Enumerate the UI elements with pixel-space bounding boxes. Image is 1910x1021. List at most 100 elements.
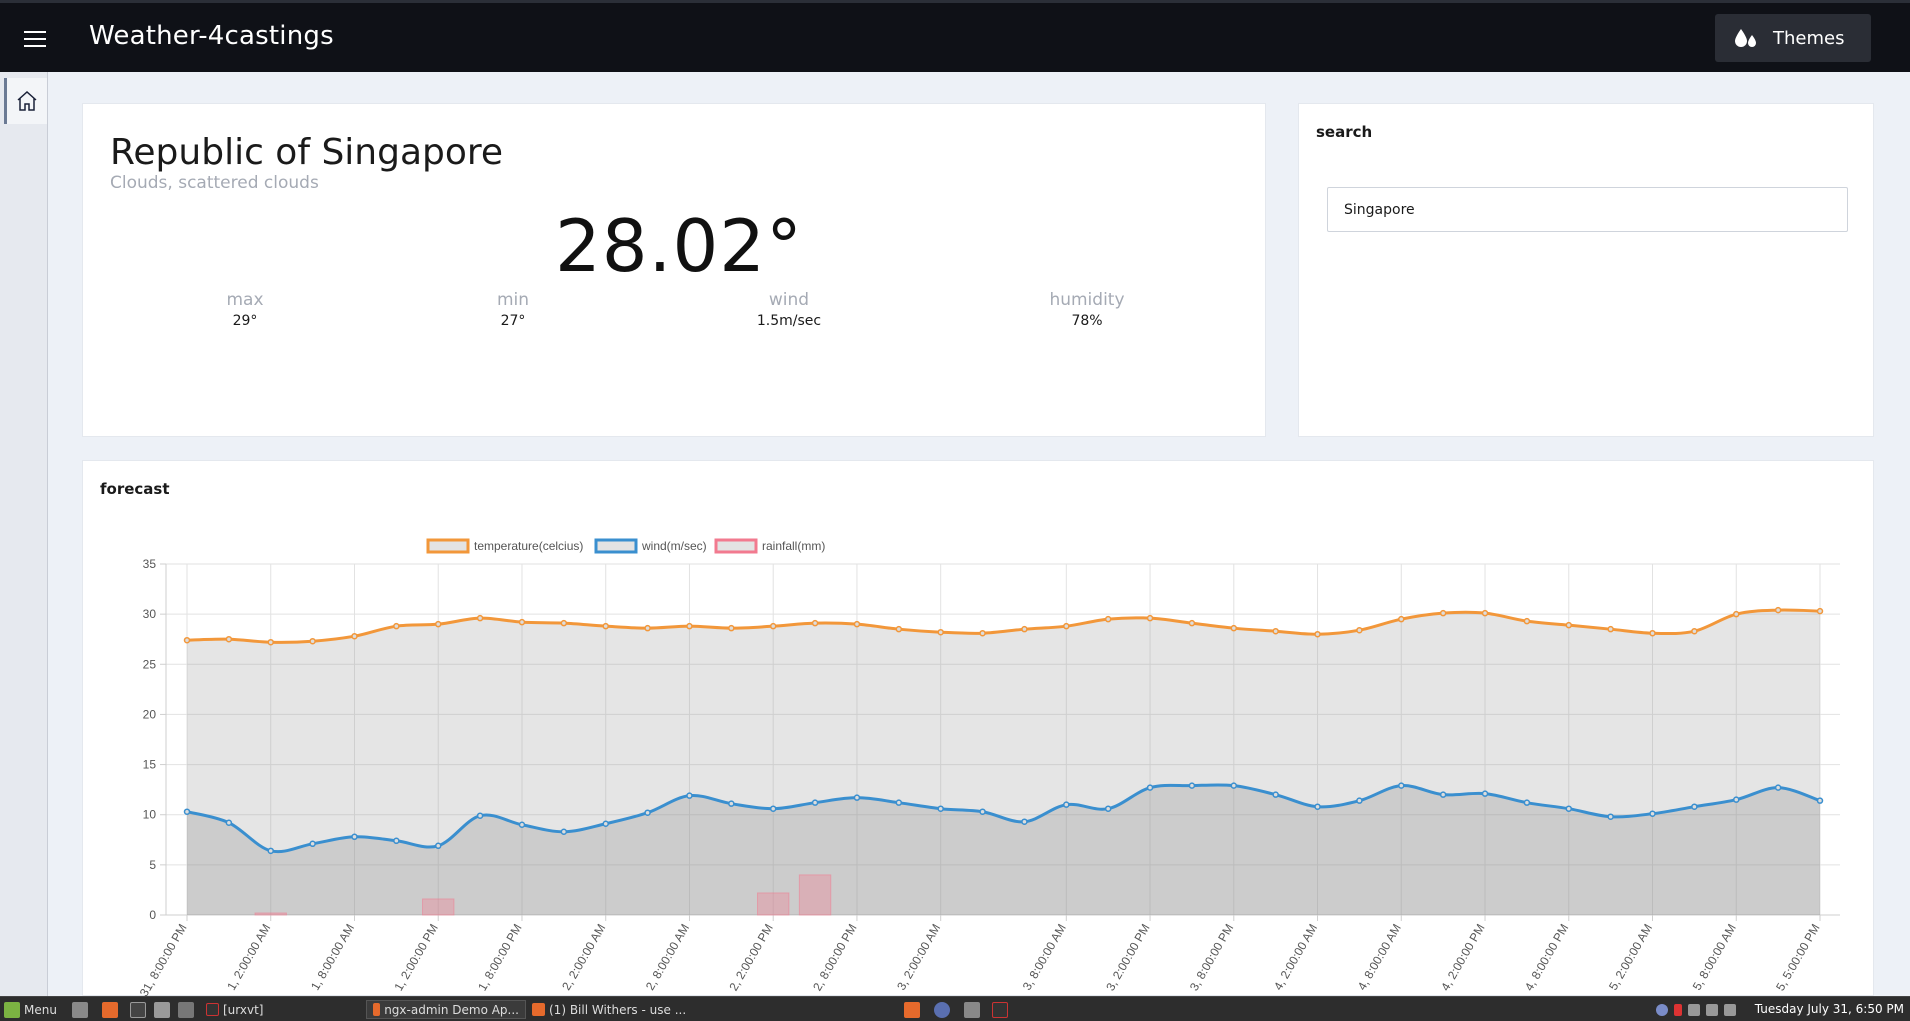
y-tick-label: 30 xyxy=(143,607,157,621)
taskbar-clock[interactable]: Tuesday July 31, 6:50 PM xyxy=(1755,1002,1904,1016)
data-point xyxy=(1774,606,1782,614)
tray-launcher-4[interactable] xyxy=(992,1000,1008,1019)
firefox-icon xyxy=(373,1003,381,1016)
folder-icon xyxy=(154,1001,170,1018)
legend-label: wind(m/sec) xyxy=(641,539,707,553)
menu-toggle-icon[interactable] xyxy=(24,31,46,47)
city-name: Republic of Singapore xyxy=(110,132,504,173)
firefox-icon xyxy=(532,1003,545,1016)
firefox-icon xyxy=(102,1001,118,1018)
current-temperature: 28.02° xyxy=(83,204,1267,288)
data-point xyxy=(1314,630,1321,638)
firefox-launcher[interactable] xyxy=(102,1000,118,1019)
data-point xyxy=(1356,797,1363,804)
data-point xyxy=(1565,805,1573,812)
x-tick-label: 1, 2:00:00 PM xyxy=(391,922,440,994)
data-point xyxy=(1063,801,1070,808)
stat-value: 78% xyxy=(1071,313,1103,329)
x-tick-label: 2, 2:00:00 AM xyxy=(559,922,608,993)
x-tick-label: 1, 8:00:00 PM xyxy=(475,922,524,994)
terminal-launcher[interactable] xyxy=(130,1000,146,1019)
data-point xyxy=(393,837,400,845)
data-point xyxy=(937,805,944,812)
app-grid-icon xyxy=(178,1001,194,1018)
data-point xyxy=(979,808,986,815)
data-point xyxy=(769,622,777,630)
data-point xyxy=(351,632,358,640)
themes-button[interactable]: Themes xyxy=(1715,14,1871,62)
stat-label: wind xyxy=(768,290,810,310)
stat-value: 1.5m/sec xyxy=(756,313,822,329)
x-tick-label: 5, 5:00:00 PM xyxy=(1773,922,1822,994)
search-input[interactable] xyxy=(1327,187,1848,232)
data-point xyxy=(1439,609,1447,617)
data-point xyxy=(1356,626,1363,634)
x-tick-label: 2, 8:00:00 PM xyxy=(810,922,859,994)
data-point xyxy=(225,819,233,826)
data-point xyxy=(351,833,358,841)
legend-swatch xyxy=(714,538,758,554)
data-point xyxy=(1774,784,1782,791)
taskbar-window-youtube[interactable]: (1) Bill Withers - use ... xyxy=(532,1000,686,1019)
data-point xyxy=(476,614,484,622)
app-title[interactable]: Weather-4castings xyxy=(89,21,334,51)
stat-humidity: humidity 78% xyxy=(987,290,1187,329)
data-point xyxy=(267,638,274,646)
data-point xyxy=(183,808,191,815)
tray-status-icons[interactable] xyxy=(1656,1000,1736,1019)
location-icon xyxy=(1674,1003,1682,1016)
taskbar-window-label: ngx-admin Demo Ap... xyxy=(384,1002,519,1017)
tray-launcher-1[interactable] xyxy=(904,1000,920,1019)
rainfall-bar xyxy=(422,898,455,916)
mint-logo-icon xyxy=(4,1001,20,1018)
x-tick-label: 3, 2:00:00 AM xyxy=(894,922,943,993)
data-point xyxy=(602,622,609,630)
tray-launcher-2[interactable] xyxy=(934,1000,950,1019)
y-tick-label: 5 xyxy=(149,858,156,872)
data-point xyxy=(979,629,986,637)
taskbar-window-label: (1) Bill Withers - use ... xyxy=(549,1002,687,1017)
data-point xyxy=(518,821,526,828)
data-point xyxy=(476,812,484,819)
data-point xyxy=(1733,796,1740,803)
files-launcher[interactable] xyxy=(154,1000,170,1019)
data-point xyxy=(1314,803,1321,810)
app-launcher[interactable] xyxy=(178,1000,194,1019)
show-desktop-launcher[interactable] xyxy=(72,1000,88,1019)
top-header: Weather-4castings Themes xyxy=(0,0,1910,72)
data-point xyxy=(1021,818,1028,825)
sidebar-item-home[interactable] xyxy=(4,78,47,124)
data-point xyxy=(1565,621,1573,629)
data-point xyxy=(811,619,819,627)
data-point xyxy=(183,636,191,644)
y-tick-label: 25 xyxy=(143,657,157,671)
data-point xyxy=(1607,625,1614,633)
data-point xyxy=(1523,799,1531,806)
x-tick-label: 5, 8:00:00 AM xyxy=(1690,922,1739,993)
data-point xyxy=(1021,625,1028,633)
start-menu-label: Menu xyxy=(24,1002,57,1017)
data-point xyxy=(560,828,568,836)
stat-value: 27° xyxy=(500,313,526,329)
themes-button-label: Themes xyxy=(1773,27,1845,49)
x-tick-label: 31, 8:00:00 PM xyxy=(137,922,190,998)
data-point xyxy=(644,809,651,816)
data-point xyxy=(1272,627,1279,635)
x-tick-label: 4, 8:00:00 AM xyxy=(1355,922,1404,993)
data-point xyxy=(937,628,944,636)
tray-launcher-3[interactable] xyxy=(964,1000,980,1019)
data-point xyxy=(895,799,903,806)
x-tick-label: 2, 2:00:00 PM xyxy=(726,922,775,994)
taskbar-window-urxvt[interactable]: [urxvt] xyxy=(206,1000,264,1019)
data-point xyxy=(309,637,316,645)
data-point xyxy=(434,842,442,850)
desktop-icon xyxy=(72,1001,88,1018)
search-card: search xyxy=(1298,103,1874,437)
stat-label: humidity xyxy=(1049,290,1125,310)
firefox-icon xyxy=(904,1001,920,1018)
start-menu-button[interactable]: Menu xyxy=(4,1000,57,1019)
taskbar-window-ngx-admin[interactable]: ngx-admin Demo Ap... xyxy=(366,1000,526,1019)
rainfall-bar xyxy=(254,912,287,916)
data-point xyxy=(853,620,861,628)
os-taskbar: Menu [urxvt] ngx-admin Demo Ap... (1) Bi… xyxy=(0,996,1910,1021)
